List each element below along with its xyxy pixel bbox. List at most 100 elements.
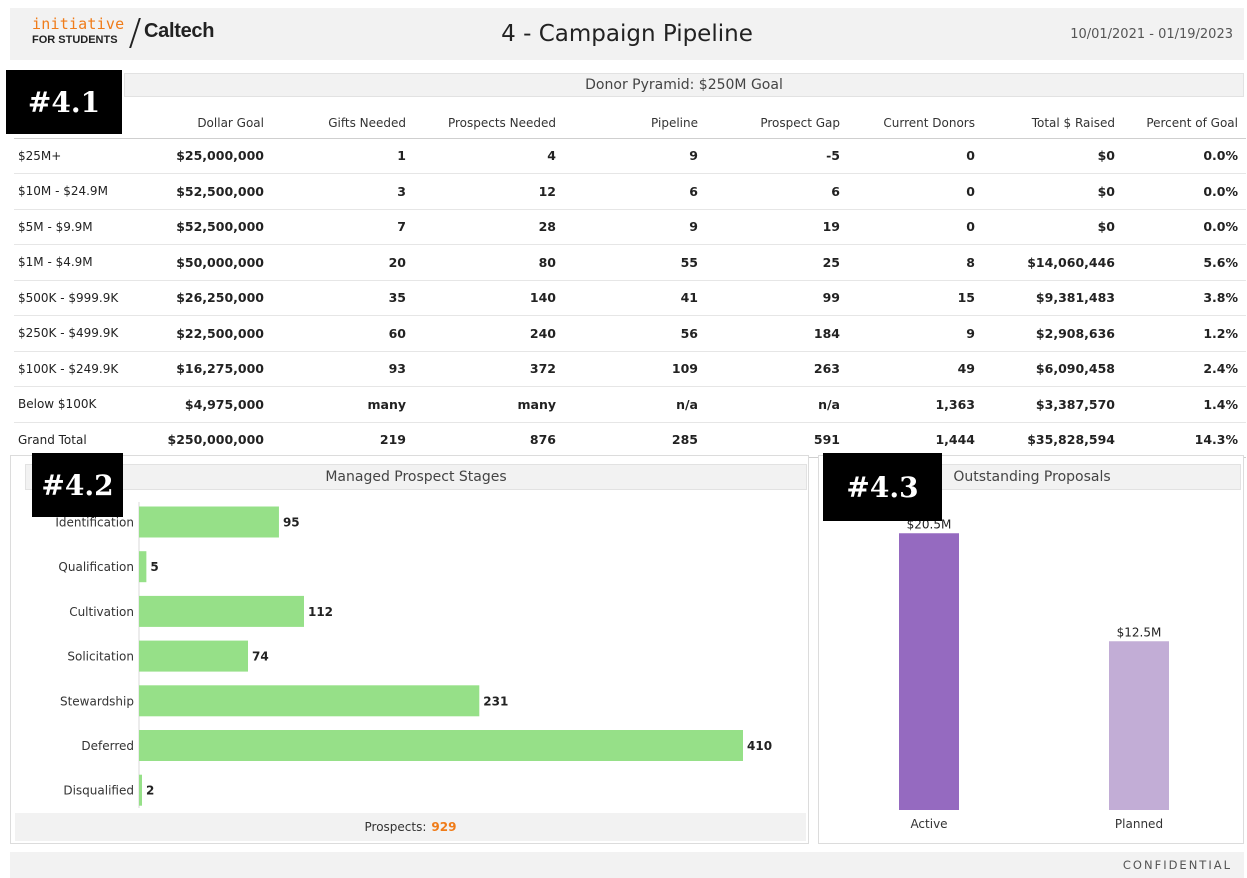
data-label: $12.5M (1117, 625, 1162, 639)
table-cell: 1 (272, 138, 414, 174)
table-cell: 15 (848, 280, 983, 316)
bar (139, 640, 249, 672)
row-label: $5M - $9.9M (14, 209, 130, 245)
table-cell: 60 (272, 315, 414, 352)
table-cell: $52,500,000 (130, 209, 272, 245)
table-cell: 20 (272, 244, 414, 281)
page-title: 4 - Campaign Pipeline (501, 21, 753, 47)
table-cell: $52,500,000 (130, 173, 272, 210)
category-label: Disqualified (63, 784, 134, 798)
table-row: $100K - $249.9K $16,275,000 93 372 109 263 49 $… (14, 351, 1246, 387)
data-label: 112 (308, 605, 333, 619)
prospects-total-value: 929 (431, 820, 457, 834)
table-cell: n/a (564, 386, 706, 423)
table-cell: $3,387,570 (983, 386, 1123, 423)
table-cell: $50,000,000 (130, 244, 272, 281)
table-cell: 93 (272, 351, 414, 387)
table-cell: 56 (564, 315, 706, 352)
date-range: 10/01/2021 - 01/19/2023 (1070, 27, 1233, 42)
bar (139, 551, 147, 583)
table-cell: $4,975,000 (130, 386, 272, 423)
table-cell: $9,381,483 (983, 280, 1123, 316)
column-header: Dollar Goal (130, 108, 272, 139)
table-cell: $14,060,446 (983, 244, 1123, 281)
page-footer: CONFIDENTIAL (10, 852, 1244, 878)
category-label: Stewardship (60, 694, 134, 708)
table-cell: 25 (706, 244, 848, 281)
bar (139, 774, 142, 806)
table-cell: 2.4% (1123, 351, 1246, 387)
table-cell: 0.0% (1123, 209, 1246, 245)
table-cell: $0 (983, 209, 1123, 245)
section-badge-4-3: #4.3 (823, 453, 942, 521)
table-cell: 285 (564, 421, 706, 458)
bar (1109, 641, 1169, 810)
table-cell: 19 (706, 209, 848, 245)
grand-total-row: Grand Total $250,000,000 219 876 285 591 1,444… (14, 421, 1246, 458)
table-cell: 263 (706, 351, 848, 387)
table-cell: 80 (414, 244, 564, 281)
managed-prospect-stages-chart: Identification 95 Qualification 5 Cultivatio… (55, 502, 772, 808)
column-header: Prospect Gap (706, 108, 848, 139)
data-label: 74 (252, 650, 269, 664)
table-cell: 9 (564, 138, 706, 174)
bar (139, 506, 279, 538)
column-header: Gifts Needed (272, 108, 414, 139)
table-cell: many (272, 386, 414, 423)
table-cell: many (414, 386, 564, 423)
donor-pyramid-panel: Donor Pyramid: $250M Goal Dollar Goal Gif… (10, 70, 1246, 458)
table-cell: 6 (564, 173, 706, 210)
table-cell: 0.0% (1123, 138, 1246, 174)
table-cell: 240 (414, 315, 564, 352)
table-cell: 41 (564, 280, 706, 316)
data-label: 410 (747, 739, 772, 753)
column-header: Pipeline (564, 108, 706, 139)
row-label: Below $100K (14, 386, 130, 423)
table-cell: 219 (272, 421, 414, 458)
donor-pyramid-table: Dollar Goal Gifts Needed Prospects Needed P… (14, 108, 1246, 458)
table-cell: 109 (564, 351, 706, 387)
table-cell: $26,250,000 (130, 280, 272, 316)
table-cell: 28 (414, 209, 564, 245)
table-row: $500K - $999.9K $26,250,000 35 140 41 99 15 $9,… (14, 280, 1246, 316)
table-cell: n/a (706, 386, 848, 423)
table-cell: $250,000,000 (130, 421, 272, 458)
table-cell: $6,090,458 (983, 351, 1123, 387)
table-cell: -5 (706, 138, 848, 174)
table-cell: 3.8% (1123, 280, 1246, 316)
table-row: $1M - $4.9M $50,000,000 20 80 55 25 8 $14,060,4… (14, 244, 1246, 281)
bar (139, 685, 480, 717)
data-label: 231 (483, 694, 508, 708)
column-header: Percent of Goal (1123, 108, 1246, 139)
column-header: Prospects Needed (414, 108, 564, 139)
category-label: Deferred (81, 739, 134, 753)
prospects-total-label: Prospects: (364, 820, 427, 834)
data-label: 5 (150, 560, 158, 574)
row-label: $500K - $999.9K (14, 280, 130, 316)
row-label: $100K - $249.9K (14, 351, 130, 387)
category-label: Planned (1115, 817, 1163, 831)
table-cell: 1,363 (848, 386, 983, 423)
table-cell: 55 (564, 244, 706, 281)
page-header: initiative FOR STUDENTS Caltech 4 - Camp… (10, 8, 1244, 60)
data-label: 2 (146, 784, 154, 798)
data-label: 95 (283, 516, 300, 530)
column-header: Current Donors (848, 108, 983, 139)
table-cell: $25,000,000 (130, 138, 272, 174)
category-label: Solicitation (67, 650, 134, 664)
table-cell: $35,828,594 (983, 421, 1123, 458)
category-label: Qualification (58, 560, 134, 574)
table-cell: 8 (848, 244, 983, 281)
table-cell: $16,275,000 (130, 351, 272, 387)
table-cell: 0.0% (1123, 173, 1246, 210)
table-cell: 1.2% (1123, 315, 1246, 352)
table-row: $5M - $9.9M $52,500,000 7 28 9 19 0 $0 0.0% (14, 209, 1246, 245)
row-label: $10M - $24.9M (14, 173, 130, 210)
category-label: Active (910, 817, 947, 831)
bar (899, 533, 959, 810)
category-label: Cultivation (69, 605, 134, 619)
table-cell: 4 (414, 138, 564, 174)
table-cell: $0 (983, 173, 1123, 210)
table-cell: 7 (272, 209, 414, 245)
table-cell: 0 (848, 173, 983, 210)
